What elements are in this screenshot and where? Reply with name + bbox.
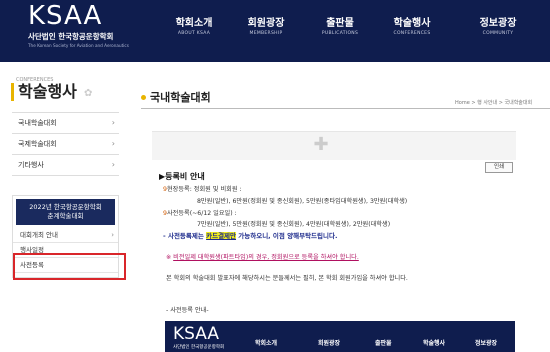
mini-nav-item: 학회소개 bbox=[255, 340, 278, 347]
preregistration-fees: 7만원(일반), 5만원(정회원 및 종신회원), 4만원(대학원생), 2만원… bbox=[197, 221, 391, 228]
logo-korean-name: 사단법인 한국항공운항학회 bbox=[28, 32, 114, 41]
conference-submenu-title: 2022년 한국항공운항학회 춘계학술대회 bbox=[16, 199, 115, 225]
nav-conferences[interactable]: 학술행사 CONFERENCES bbox=[378, 14, 446, 36]
puzzle-icon: ✚ bbox=[313, 134, 329, 155]
section-title: ▶등록비 안내 bbox=[159, 172, 205, 181]
sidebar-menu: 국내학술대회 › 국제학술대회 › 기타행사 › bbox=[12, 112, 119, 176]
puzzle-icon: ✿ bbox=[84, 88, 93, 99]
nav-sublabel: MEMBERSHIP bbox=[249, 31, 283, 36]
mini-nav-item: 정보광장 bbox=[475, 340, 498, 347]
mini-nav-item: 학술행사 bbox=[423, 340, 446, 347]
nav-label: 회원광장 bbox=[247, 18, 285, 29]
title-bullet-icon bbox=[141, 95, 146, 100]
nav-sublabel: COMMUNITY bbox=[482, 31, 514, 36]
notice-highlight: 카드결제만 bbox=[206, 232, 237, 240]
logo-wordmark: KSAA bbox=[28, 1, 103, 31]
sidebar-item-label: 기타행사 bbox=[18, 161, 44, 169]
chevron-right-icon: › bbox=[111, 139, 115, 148]
sidebar-item-other[interactable]: 기타행사 › bbox=[12, 155, 119, 176]
submenu-item-info[interactable]: 대회개최 안내 › bbox=[13, 228, 118, 243]
nav-sublabel: PUBLICATIONS bbox=[321, 31, 359, 36]
chevron-right-icon: › bbox=[111, 118, 115, 127]
print-button[interactable]: 인쇄 bbox=[485, 162, 513, 173]
chevron-right-icon: › bbox=[111, 160, 115, 169]
mini-logo-wordmark: KSAA bbox=[173, 324, 219, 344]
nav-label: 학회소개 bbox=[175, 18, 213, 29]
preregistration-guide-title: - 사전등록 안내- bbox=[166, 307, 209, 314]
onsite-registration-label: 9현장등록: 정회원 및 비회원 : bbox=[163, 184, 242, 193]
content-banner bbox=[152, 131, 516, 160]
conference-title-line2: 춘계학술대회 bbox=[47, 212, 84, 220]
onsite-registration-text: 현장등록: 정회원 및 비회원 : bbox=[166, 186, 242, 193]
logo-english-name: The Korean Society for Aviation and Aero… bbox=[28, 43, 129, 48]
nav-about[interactable]: 학회소개 ABOUT KSAA bbox=[160, 14, 228, 36]
onsite-registration-fees: 8만원(일반), 6만원(정회원 및 종신회원), 5만원(종타임대학원생), … bbox=[197, 198, 408, 205]
presenter-notice: 본 학회의 학술대회 발표자에 해당하시는 분들께서는 필히, 본 학회 회원가… bbox=[166, 275, 408, 282]
page-title: 국내학술대회 bbox=[150, 91, 211, 104]
mini-logo-korean-name: 사단법인 한국항공운항학회 bbox=[173, 345, 225, 350]
sidebar-item-international[interactable]: 국제학술대회 › bbox=[12, 134, 119, 155]
mini-nav-item: 출판물 bbox=[375, 340, 392, 347]
sidebar-item-label: 국제학술대회 bbox=[18, 140, 57, 148]
sidebar-title: 학술행사 bbox=[11, 83, 77, 101]
nav-label: 출판물 bbox=[326, 18, 354, 29]
title-divider bbox=[141, 108, 550, 109]
highlight-box bbox=[13, 253, 126, 280]
notice-text: - 사전등록제는 bbox=[163, 232, 207, 240]
notice-text: 가능하오니, 이점 양해부탁드립니다. bbox=[236, 232, 338, 240]
part-time-notice: ※ 비전일제 대학원생(파트타임)의 경우, 정회원으로 등록을 하셔야 합니다… bbox=[166, 252, 359, 261]
sidebar-item-label: 국내학술대회 bbox=[18, 119, 57, 127]
site-header: KSAA 사단법인 한국항공운항학회 The Korean Society fo… bbox=[0, 0, 550, 62]
notice-text: 비전일제 대학원생(파트타임)의 경우, 정회원으로 등록을 하셔야 합니다. bbox=[173, 254, 359, 261]
main-nav: 학회소개 ABOUT KSAA 회원광장 MEMBERSHIP 출판물 PUBL… bbox=[160, 14, 550, 44]
nav-label: 정보광장 bbox=[479, 18, 517, 29]
nav-label: 학술행사 bbox=[393, 18, 431, 29]
card-payment-notice: - 사전등록제는 카드결제만 가능하오니, 이점 양해부탁드립니다. bbox=[163, 230, 337, 240]
nav-sublabel: CONFERENCES bbox=[393, 31, 431, 36]
preregistration-label: 9사전등록(~6/12 일요일) : bbox=[163, 208, 237, 217]
nav-publications[interactable]: 출판물 PUBLICATIONS bbox=[306, 14, 374, 36]
mini-nav-item: 회원광장 bbox=[318, 340, 341, 347]
chevron-right-icon: › bbox=[111, 231, 114, 239]
submenu-item-label: 대회개최 안내 bbox=[20, 231, 58, 239]
embedded-header-image: KSAA 사단법인 한국항공운항학회 학회소개 회원광장 출판물 학술행사 정보… bbox=[165, 321, 515, 352]
sidebar-item-domestic[interactable]: 국내학술대회 › bbox=[12, 113, 119, 134]
conference-title-line1: 2022년 한국항공운항학회 bbox=[29, 203, 102, 211]
nav-membership[interactable]: 회원광장 MEMBERSHIP bbox=[232, 14, 300, 36]
preregistration-text: 사전등록(~6/12 일요일) : bbox=[166, 210, 237, 217]
nav-sublabel: ABOUT KSAA bbox=[177, 31, 211, 36]
breadcrumb: Home > 행 사안내 > 국내학술대회 bbox=[455, 100, 533, 106]
site-logo[interactable]: KSAA 사단법인 한국항공운항학회 The Korean Society fo… bbox=[28, 2, 148, 48]
nav-community[interactable]: 정보광장 COMMUNITY bbox=[464, 14, 532, 36]
